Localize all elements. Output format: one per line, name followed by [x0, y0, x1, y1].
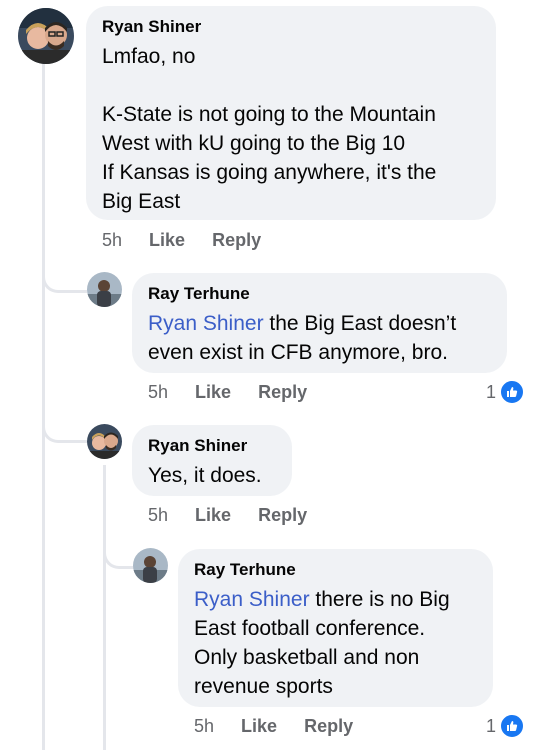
- comment-text-line: revenue sports: [194, 675, 333, 698]
- comment-bubble: Ryan Shiner Lmfao, no K-State is not goi…: [86, 6, 496, 220]
- comment-text-line: Lmfao, no: [102, 45, 196, 68]
- reaction-summary[interactable]: 1: [486, 379, 526, 405]
- comment-author[interactable]: Ryan Shiner: [148, 435, 276, 457]
- thumbs-up-icon: [499, 713, 526, 739]
- comment-text-line: If Kansas is going anywhere, it's the: [102, 161, 437, 184]
- comment-actions: 5h Like Reply: [194, 716, 353, 737]
- comment-text-line: [102, 71, 480, 100]
- comment-actions: 5h Like Reply: [148, 382, 307, 403]
- comment-text-line: Ryan Shiner the Big East doesn’t: [148, 309, 491, 338]
- avatar-ray-terhune[interactable]: [133, 548, 168, 583]
- comment-text-line: Ryan Shiner there is no Big: [194, 585, 477, 614]
- comment-text-line: Big East: [102, 190, 181, 213]
- avatar-ray-terhune[interactable]: [87, 272, 122, 307]
- comment-text-line: K-State is not going to the Mountain: [102, 103, 436, 126]
- reaction-count: 1: [486, 715, 497, 736]
- comment-author[interactable]: Ray Terhune: [194, 559, 477, 581]
- thumbs-up-icon: [499, 379, 526, 405]
- comment-text-line: Only basketball and non: [194, 646, 420, 669]
- reaction-count: 1: [486, 381, 497, 402]
- comment-text-line: East football conference.: [194, 617, 426, 640]
- comment-actions: 5h Like Reply: [148, 505, 307, 526]
- comment-timestamp[interactable]: 5h: [102, 230, 122, 251]
- avatar-ryan-shiner[interactable]: [87, 424, 122, 459]
- comment-timestamp[interactable]: 5h: [148, 382, 168, 403]
- like-button[interactable]: Like: [195, 505, 231, 526]
- comment-timestamp[interactable]: 5h: [194, 716, 214, 737]
- mention-link[interactable]: Ryan Shiner: [148, 312, 264, 335]
- reply-button[interactable]: Reply: [212, 230, 261, 251]
- like-button[interactable]: Like: [149, 230, 185, 251]
- comment-bubble: Ryan Shiner Yes, it does.: [132, 425, 292, 496]
- thread-line-nested: [103, 465, 106, 750]
- mention-link[interactable]: Ryan Shiner: [194, 588, 310, 611]
- comment-text-line: West with kU going to the Big 10: [102, 132, 406, 155]
- comment-author[interactable]: Ray Terhune: [148, 283, 491, 305]
- reply-button[interactable]: Reply: [258, 382, 307, 403]
- avatar-ryan-shiner[interactable]: [18, 8, 74, 64]
- reply-button[interactable]: Reply: [304, 716, 353, 737]
- comment-bubble: Ray Terhune Ryan Shiner there is no Big …: [178, 549, 493, 707]
- comment-timestamp[interactable]: 5h: [148, 505, 168, 526]
- reply-button[interactable]: Reply: [258, 505, 307, 526]
- reaction-summary[interactable]: 1: [486, 713, 526, 739]
- like-button[interactable]: Like: [195, 382, 231, 403]
- comment-text: there is no Big: [309, 588, 450, 611]
- comment-actions: 5h Like Reply: [102, 230, 261, 251]
- comment-text-line: Yes, it does.: [148, 464, 262, 487]
- comment-text-line: even exist in CFB anymore, bro.: [148, 341, 448, 364]
- thread-connector: [42, 400, 87, 443]
- thread-connector: [42, 250, 87, 293]
- thread-connector: [103, 528, 136, 569]
- comment-bubble: Ray Terhune Ryan Shiner the Big East doe…: [132, 273, 507, 373]
- comment-author[interactable]: Ryan Shiner: [102, 16, 480, 38]
- like-button[interactable]: Like: [241, 716, 277, 737]
- comment-text: the Big East doesn’t: [263, 312, 457, 335]
